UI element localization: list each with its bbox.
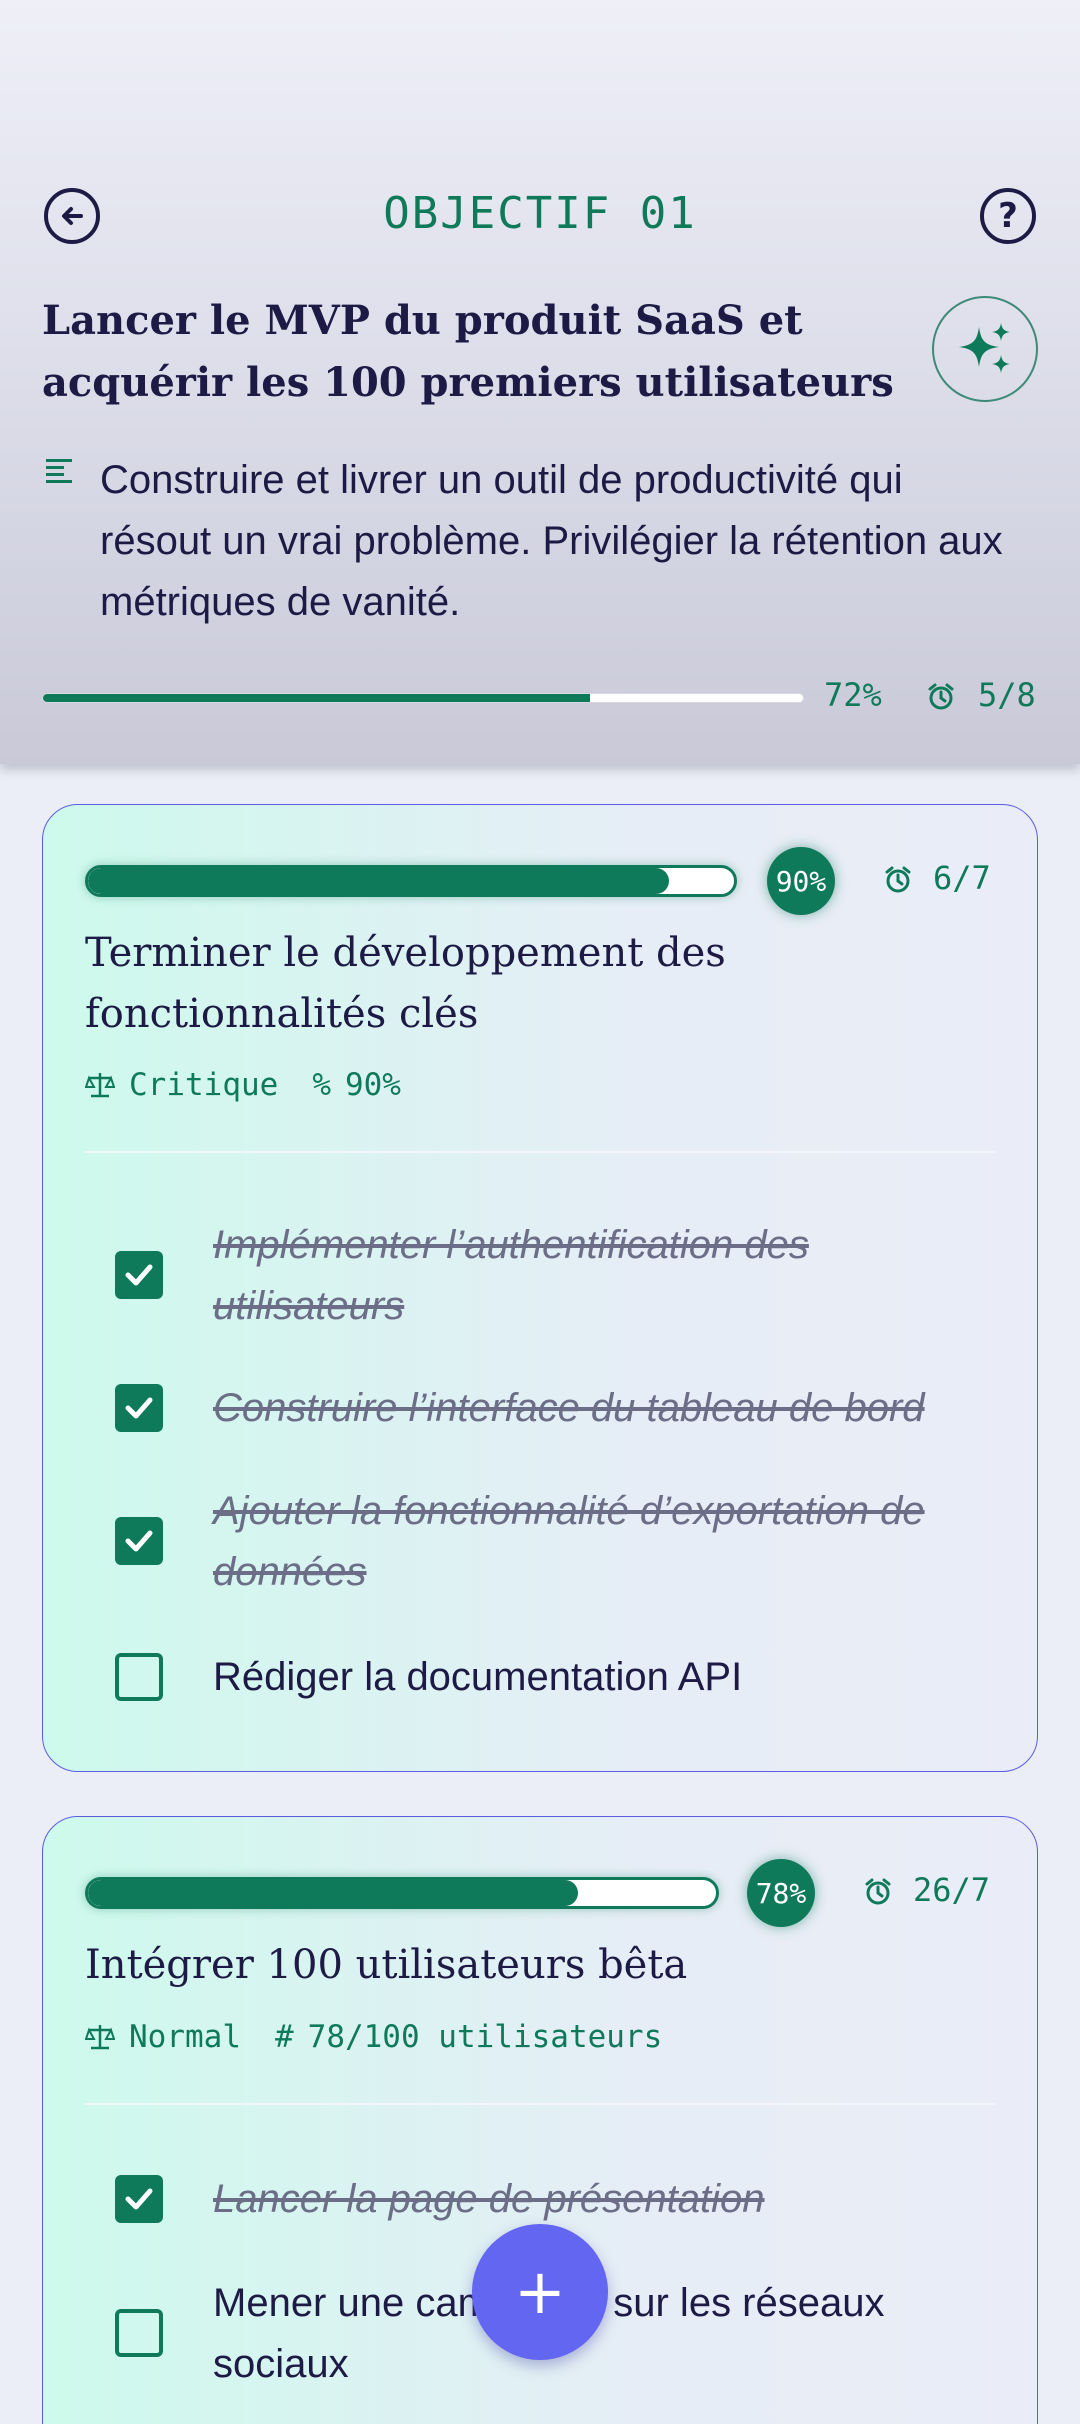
page-title: OBJECTIF 01 (383, 188, 697, 239)
task-checkbox[interactable] (115, 2309, 163, 2357)
task-checkbox[interactable] (115, 1384, 163, 1432)
task-checkbox[interactable] (115, 1653, 163, 1701)
alarm-icon (865, 1878, 891, 1905)
task-label: Mener une campagne sur les réseaux socia… (213, 2281, 885, 2386)
key-result-progress-fill (88, 1880, 578, 1906)
check-icon (125, 1397, 153, 1419)
goal-task-count: 5/8 (978, 676, 1036, 714)
task-checkbox[interactable] (115, 1517, 163, 1565)
key-result-task-count: 6/7 (933, 859, 991, 897)
key-result-task-count: 26/7 (913, 1871, 991, 1909)
percent-icon: % (312, 1067, 331, 1103)
balance-scale-icon (85, 2025, 115, 2050)
metric-label: 78/100 utilisateurs (307, 2019, 663, 2055)
description-icon (46, 459, 72, 483)
task-checkbox[interactable] (115, 2175, 163, 2223)
task-label: Construire l’interface du tableau de bor… (213, 1386, 925, 1430)
balance-scale-icon (85, 1073, 115, 1098)
divider (85, 1151, 995, 1153)
key-result-meta: Critique % 90% (85, 1067, 401, 1103)
task-label: Ajouter la fonctionnalité d’exportation … (213, 1489, 925, 1594)
task-checkbox[interactable] (115, 1251, 163, 1299)
task-label: Rédiger la documentation API (213, 1655, 743, 1699)
goal-description: Construire et livrer un outil de product… (100, 458, 1003, 624)
key-result-progress-bar (85, 865, 737, 897)
help-icon: ? (998, 196, 1018, 236)
key-result-title: Intégrer 100 utilisateurs bêta (85, 1942, 688, 1988)
add-button[interactable]: + (472, 2224, 608, 2360)
key-result-meta: Normal # 78/100 utilisateurs (85, 2019, 662, 2055)
goal-header: OBJECTIF 01 ? Lancer le MVP du produit S… (0, 0, 1080, 764)
key-result-progress-badge: 78% (747, 1859, 815, 1927)
priority-label: Normal (129, 2019, 241, 2055)
help-button[interactable]: ? (980, 188, 1036, 244)
alarm-icon (928, 683, 954, 710)
task-label: Implémenter l’authentification des utili… (213, 1223, 809, 1328)
alarm-icon (885, 866, 911, 893)
key-result-title: Terminer le développement des fonctionna… (85, 930, 726, 1037)
task-label: Lancer la page de présentation (213, 2177, 765, 2221)
key-result-progress-badge: 90% (767, 847, 835, 915)
check-icon (125, 1264, 153, 1286)
hash-icon: # (274, 2019, 294, 2055)
key-result-progress-bar (85, 1877, 719, 1909)
sparkle-icon (959, 323, 1010, 373)
plus-icon: + (514, 2255, 566, 2328)
goal-progress-fill (43, 694, 591, 702)
metric-label: 90% (344, 1067, 401, 1103)
priority-label: Critique (129, 1067, 279, 1103)
ai-assist-button[interactable] (932, 296, 1038, 402)
key-result-card[interactable]: 90% 6/7 Terminer le développement des fo… (42, 804, 1038, 1772)
check-icon (125, 2188, 153, 2210)
goal-title: Lancer le MVP du produit SaaS et acquéri… (42, 297, 894, 406)
goal-progress-bar (42, 693, 804, 703)
key-result-progress-fill (88, 868, 670, 894)
divider (85, 2103, 995, 2105)
check-icon (125, 1530, 153, 1552)
goal-progress-label: 72% (824, 676, 882, 714)
